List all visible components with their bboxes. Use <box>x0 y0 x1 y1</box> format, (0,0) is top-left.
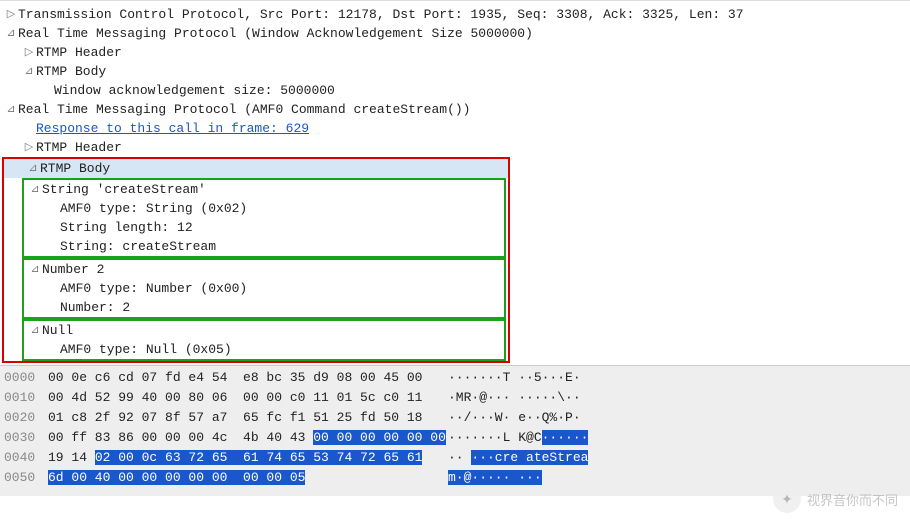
hex-selection: 6d 00 40 00 00 00 00 00 00 00 05 <box>48 470 305 485</box>
hex-bytes[interactable]: 6d 00 40 00 00 00 00 00 00 00 05 <box>48 468 448 488</box>
hex-bytes[interactable]: 19 14 02 00 0c 63 72 65 61 74 65 53 74 7… <box>48 448 448 468</box>
rtmp-body-row[interactable]: ⊿ RTMP Body <box>4 159 508 178</box>
hex-bytes[interactable]: 00 4d 52 99 40 00 80 06 00 00 c0 11 01 5… <box>48 388 448 408</box>
amf-null-group: ⊿ Null AMF0 type: Null (0x05) <box>22 319 506 361</box>
null-amftype: AMF0 type: Null (0x05) <box>60 340 232 359</box>
hex-offset: 0030 <box>4 428 48 448</box>
hex-offset: 0020 <box>4 408 48 428</box>
hex-row[interactable]: 0040 19 14 02 00 0c 63 72 65 61 74 65 53… <box>4 448 910 468</box>
arrow-right-icon: ▷ <box>22 43 36 62</box>
rtmp-body-title: RTMP Body <box>40 159 110 178</box>
hex-offset: 0040 <box>4 448 48 468</box>
highlighted-body-group: ⊿ RTMP Body ⊿ String 'createStream' AMF0… <box>2 157 510 363</box>
hex-ascii: ·······T ··5···E· <box>448 368 658 388</box>
response-link[interactable]: Response to this call in frame: 629 <box>36 119 309 138</box>
hex-ascii: ··/···W· e··Q%·P· <box>448 408 658 428</box>
rtmp-win-header: RTMP Header <box>36 43 122 62</box>
number-amftype: AMF0 type: Number (0x00) <box>60 279 247 298</box>
rtmp-win-title: Real Time Messaging Protocol (Window Ack… <box>18 24 533 43</box>
arrow-down-icon: ⊿ <box>4 100 18 119</box>
string-node-title: String 'createStream' <box>42 180 206 199</box>
null-node-row[interactable]: ⊿ Null <box>24 321 504 340</box>
hex-row[interactable]: 0030 00 ff 83 86 00 00 00 4c 4b 40 43 00… <box>4 428 910 448</box>
hex-ascii: ·· ···cre ateStrea <box>448 448 658 468</box>
string-node-row[interactable]: ⊿ String 'createStream' <box>24 180 504 199</box>
rtmp-cmd-row[interactable]: ⊿ Real Time Messaging Protocol (AMF0 Com… <box>0 100 910 119</box>
hex-row[interactable]: 0010 00 4d 52 99 40 00 80 06 00 00 c0 11… <box>4 388 910 408</box>
wack-text: Window acknowledgement size: 5000000 <box>54 81 335 100</box>
number-amftype-row[interactable]: AMF0 type: Number (0x00) <box>24 279 504 298</box>
arrow-down-icon: ⊿ <box>28 321 42 340</box>
hex-row[interactable]: 0000 00 0e c6 cd 07 fd e4 54 e8 bc 35 d9… <box>4 368 910 388</box>
hex-bytes[interactable]: 00 0e c6 cd 07 fd e4 54 e8 bc 35 d9 08 0… <box>48 368 448 388</box>
hex-selection: 00 00 00 00 00 00 <box>313 430 446 445</box>
hex-selection: 02 00 0c 63 72 65 61 74 65 53 74 72 65 6… <box>95 450 423 465</box>
arrow-down-icon: ⊿ <box>26 159 40 178</box>
rtmp-cmd-title: Real Time Messaging Protocol (AMF0 Comma… <box>18 100 470 119</box>
hex-row[interactable]: 0020 01 c8 2f 92 07 8f 57 a7 65 fc f1 51… <box>4 408 910 428</box>
amf-number-group: ⊿ Number 2 AMF0 type: Number (0x00) Numb… <box>22 258 506 319</box>
arrow-down-icon: ⊿ <box>28 260 42 279</box>
rtmp-cmd-header: RTMP Header <box>36 138 122 157</box>
number-node-title: Number 2 <box>42 260 104 279</box>
rtmp-win-body: RTMP Body <box>36 62 106 81</box>
tcp-summary-row[interactable]: ▷ Transmission Control Protocol, Src Por… <box>0 5 910 24</box>
hex-dump-pane: 0000 00 0e c6 cd 07 fd e4 54 e8 bc 35 d9… <box>0 365 910 496</box>
hex-offset: 0000 <box>4 368 48 388</box>
rtmp-cmd-header-row[interactable]: ▷ RTMP Header <box>0 138 910 157</box>
string-amftype-row[interactable]: AMF0 type: String (0x02) <box>24 199 504 218</box>
wack-row[interactable]: Window acknowledgement size: 5000000 <box>0 81 910 100</box>
arrow-right-icon: ▷ <box>4 5 18 24</box>
number-node-row[interactable]: ⊿ Number 2 <box>24 260 504 279</box>
null-amftype-row[interactable]: AMF0 type: Null (0x05) <box>24 340 504 359</box>
arrow-down-icon: ⊿ <box>22 62 36 81</box>
number-value-row[interactable]: Number: 2 <box>24 298 504 317</box>
rtmp-win-body-row[interactable]: ⊿ RTMP Body <box>0 62 910 81</box>
watermark: ✦ 视界音你而不同 <box>773 485 898 513</box>
hex-offset: 0050 <box>4 468 48 488</box>
hex-offset: 0010 <box>4 388 48 408</box>
arrow-down-icon: ⊿ <box>4 24 18 43</box>
number-value: Number: 2 <box>60 298 130 317</box>
string-length: String length: 12 <box>60 218 193 237</box>
arrow-right-icon: ▷ <box>22 138 36 157</box>
tcp-summary-text: Transmission Control Protocol, Src Port:… <box>18 5 744 24</box>
rtmp-win-row[interactable]: ⊿ Real Time Messaging Protocol (Window A… <box>0 24 910 43</box>
hex-bytes[interactable]: 00 ff 83 86 00 00 00 4c 4b 40 43 00 00 0… <box>48 428 448 448</box>
hex-ascii: ·······L K@C······ <box>448 428 658 448</box>
hex-ascii: ·MR·@··· ·····\·· <box>448 388 658 408</box>
hex-bytes[interactable]: 01 c8 2f 92 07 8f 57 a7 65 fc f1 51 25 f… <box>48 408 448 428</box>
string-length-row[interactable]: String length: 12 <box>24 218 504 237</box>
string-value: String: createStream <box>60 237 216 256</box>
packet-details-pane: ▷ Transmission Control Protocol, Src Por… <box>0 0 910 365</box>
hex-ascii: m·@····· ··· <box>448 468 658 488</box>
wechat-icon: ✦ <box>773 485 801 513</box>
rtmp-win-header-row[interactable]: ▷ RTMP Header <box>0 43 910 62</box>
null-node-title: Null <box>42 321 73 340</box>
response-link-row[interactable]: Response to this call in frame: 629 <box>0 119 910 138</box>
arrow-down-icon: ⊿ <box>28 180 42 199</box>
string-amftype: AMF0 type: String (0x02) <box>60 199 247 218</box>
watermark-text: 视界音你而不同 <box>807 490 898 509</box>
string-value-row[interactable]: String: createStream <box>24 237 504 256</box>
amf-string-group: ⊿ String 'createStream' AMF0 type: Strin… <box>22 178 506 258</box>
